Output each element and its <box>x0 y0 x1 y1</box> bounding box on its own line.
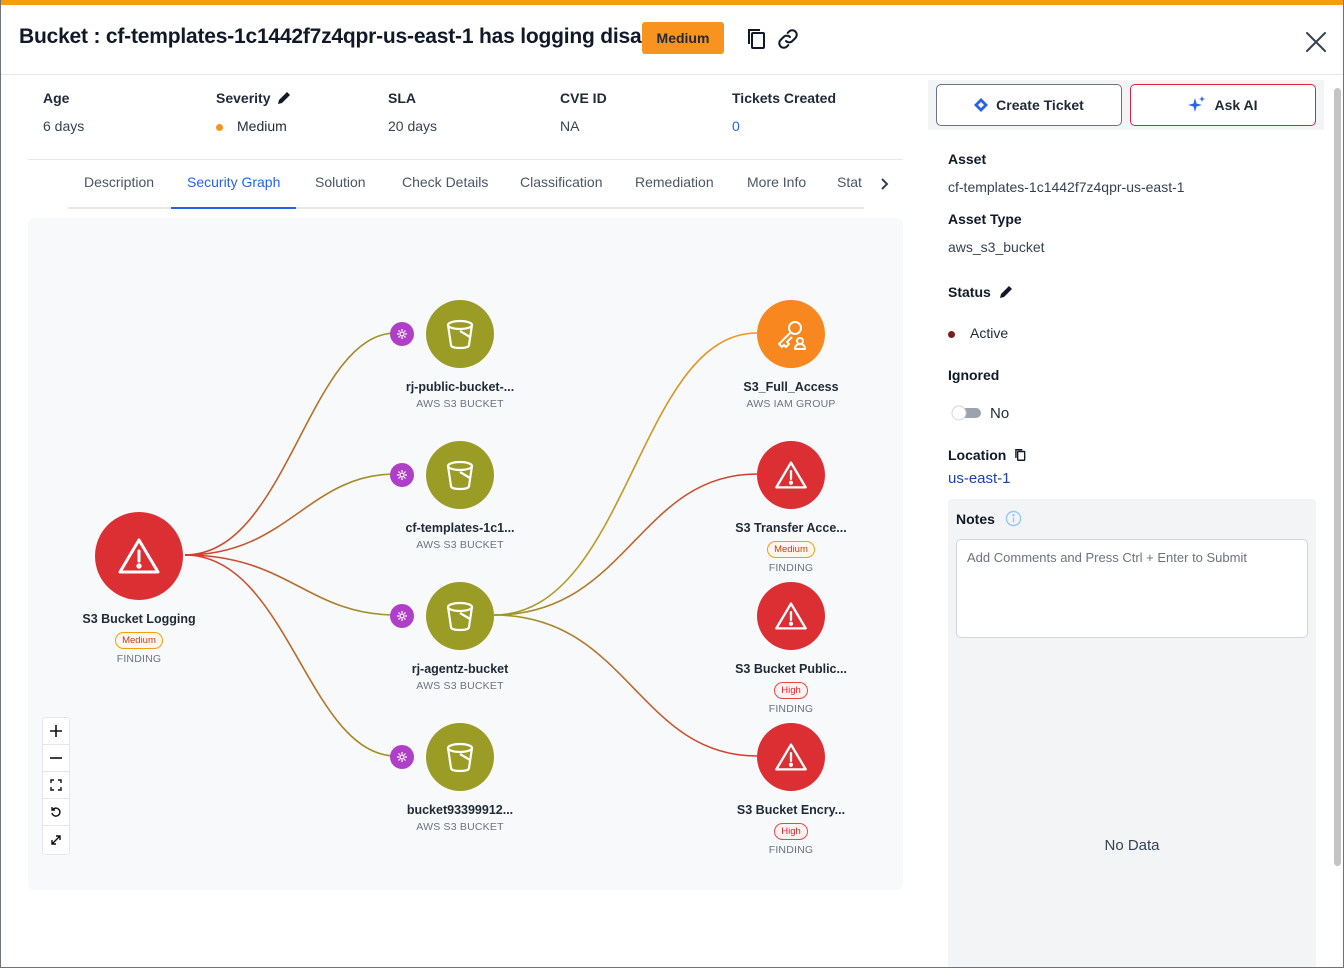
tab-classification[interactable]: Classification <box>520 174 602 190</box>
copy-icon[interactable] <box>744 27 768 51</box>
bucket-icon <box>426 441 494 509</box>
security-graph-canvas[interactable]: S3 Bucket Logging Medium FINDING rj-publ… <box>28 218 903 890</box>
tab-more-info[interactable]: More Info <box>747 174 806 190</box>
meta-tickets: Tickets Created 0 <box>732 90 837 134</box>
asset-type-value: aws_s3_bucket <box>948 239 1045 255</box>
bucket-icon <box>426 582 494 650</box>
fullscreen-button[interactable] <box>43 826 69 853</box>
notes-input[interactable] <box>956 539 1308 638</box>
action-bar: Create Ticket Ask AI <box>928 80 1324 130</box>
zoom-controls <box>42 717 70 855</box>
key-user-icon <box>757 300 825 368</box>
location-label: Location <box>948 447 1027 463</box>
severity-dot <box>216 123 223 131</box>
active-tab-indicator <box>171 207 296 209</box>
status-value: Active <box>948 325 1008 341</box>
bucket-icon <box>426 723 494 791</box>
tab-check-details[interactable]: Check Details <box>402 174 488 190</box>
warning-icon <box>757 582 825 650</box>
copy-icon[interactable] <box>1013 448 1027 462</box>
graph-node-finding[interactable]: S3 Bucket Encry... High FINDING <box>711 723 871 856</box>
link-icon[interactable] <box>776 27 800 51</box>
tab-description[interactable]: Description <box>84 174 154 190</box>
meta-age: Age 6 days <box>43 90 85 134</box>
tab-security-graph[interactable]: Security Graph <box>187 174 280 190</box>
graph-node-bucket[interactable]: rj-agentz-bucket AWS S3 BUCKET <box>380 582 540 692</box>
fit-view-button[interactable] <box>43 772 69 799</box>
status-dot <box>948 330 955 338</box>
severity-pill: Medium <box>767 541 815 558</box>
warning-icon <box>95 512 183 600</box>
location-value: us-east-1 <box>948 470 1011 487</box>
graph-node-bucket[interactable]: rj-public-bucket-... AWS S3 BUCKET <box>380 300 540 410</box>
notes-panel: Notes No Data <box>948 499 1316 967</box>
ask-ai-button[interactable]: Ask AI <box>1130 84 1316 126</box>
tab-solution[interactable]: Solution <box>315 174 366 190</box>
zoom-out-button[interactable] <box>43 745 69 772</box>
info-icon[interactable] <box>1005 510 1022 527</box>
page-title: Bucket : cf-templates-1c1442f7z4qpr-us-e… <box>19 25 684 48</box>
graph-node-iam-group[interactable]: S3_Full_Access AWS IAM GROUP <box>711 300 871 410</box>
modal-header: Bucket : cf-templates-1c1442f7z4qpr-us-e… <box>1 5 1343 75</box>
severity-pill: High <box>774 823 808 840</box>
finding-detail-modal: Bucket : cf-templates-1c1442f7z4qpr-us-e… <box>0 0 1344 968</box>
panel-scrollbar[interactable] <box>1334 88 1341 866</box>
tab-remediation[interactable]: Remediation <box>635 174 714 190</box>
ignored-label: Ignored <box>948 367 1000 383</box>
create-ticket-button[interactable]: Create Ticket <box>936 84 1122 126</box>
close-icon[interactable] <box>1303 29 1329 55</box>
severity-badge: Medium <box>642 22 724 54</box>
asset-value: cf-templates-1c1442f7z4qpr-us-east-1 <box>948 179 1185 195</box>
severity-pill: Medium <box>115 632 163 649</box>
sparkle-icon <box>1188 96 1206 112</box>
zoom-in-button[interactable] <box>43 718 69 745</box>
warning-icon <box>757 441 825 509</box>
tab-status[interactable]: Stat <box>837 174 862 190</box>
meta-cve: CVE ID NA <box>560 90 607 134</box>
asset-type-label: Asset Type <box>948 211 1022 227</box>
graph-node-finding[interactable]: S3 Bucket Public... High FINDING <box>711 582 871 715</box>
notes-empty-state: No Data <box>1104 837 1160 854</box>
bucket-icon <box>426 300 494 368</box>
notes-label: Notes <box>956 510 995 527</box>
jira-diamond-icon <box>974 98 989 112</box>
asset-label: Asset <box>948 151 987 167</box>
graph-node-bucket[interactable]: cf-templates-1c1... AWS S3 BUCKET <box>380 441 540 551</box>
chevron-right-icon[interactable] <box>876 176 892 192</box>
edit-icon[interactable] <box>276 90 292 106</box>
status-label: Status <box>948 284 1014 300</box>
ignored-toggle[interactable] <box>951 405 983 421</box>
meta-sla: SLA 20 days <box>388 90 438 134</box>
tab-bar: Description Security Graph Solution Chec… <box>68 162 864 209</box>
warning-icon <box>757 723 825 791</box>
graph-node-bucket[interactable]: bucket93399912... AWS S3 BUCKET <box>380 723 540 833</box>
divider <box>28 159 903 160</box>
graph-node-finding-root[interactable]: S3 Bucket Logging Medium FINDING <box>59 512 219 665</box>
ignored-value: No <box>990 405 1010 422</box>
reset-view-button[interactable] <box>43 799 69 826</box>
tickets-count-link[interactable]: 0 <box>732 118 836 134</box>
edit-icon[interactable] <box>998 284 1014 300</box>
meta-severity: Severity Medium <box>216 90 292 134</box>
graph-node-finding[interactable]: S3 Transfer Acce... Medium FINDING <box>711 441 871 574</box>
severity-pill: High <box>774 682 808 699</box>
